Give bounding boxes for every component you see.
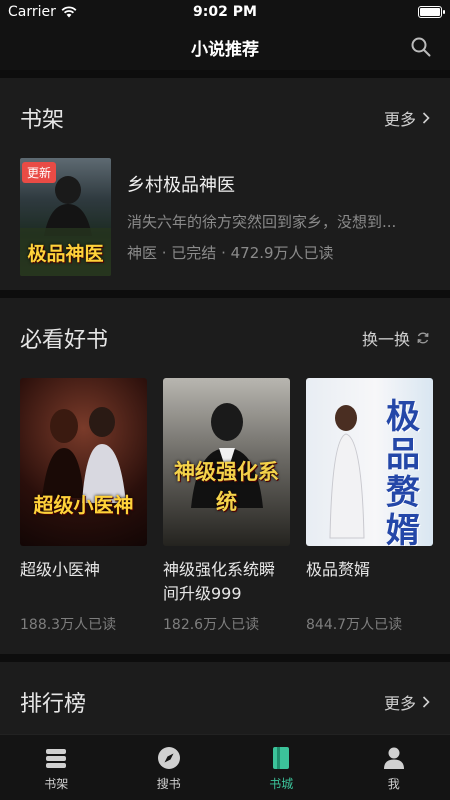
tab-label: 书架 [44,777,69,791]
shelf-book-item[interactable]: 更新 极品神医 乡村极品神医 消失六年的徐方突然回到家乡，没想到... 神医 ·… [0,158,450,276]
cover-title-art: 神级强化系统 [174,460,279,514]
cover-figure-art [42,407,126,503]
chevron-right-icon [422,696,430,708]
book-cover: 神级强化系统 [163,378,290,546]
battery-icon [418,6,445,18]
bookstore-icon [273,747,290,769]
book-card[interactable]: 极品赘婿 极品赘婿 844.7万人已读 [306,378,433,634]
bookshelf-icon [46,749,67,768]
book-reads: 844.7万人已读 [306,617,403,633]
book-title: 超级小医神 [20,560,101,579]
book-cover: 极品赘婿 [306,378,433,546]
bookshelf-section: 书架 更多 更新 极品神医 乡村极品神医 消失六年的徐方突然回到家乡，没想到..… [0,78,450,290]
tab-bar: 书架 搜书 书城 我 [0,734,450,800]
section-title-must-read: 必看好书 [20,328,109,353]
book-cover: 超级小医神 [20,378,147,546]
book-card[interactable]: 超级小医神 超级小医神 188.3万人已读 [20,378,147,634]
search-icon[interactable] [410,36,432,58]
refresh-label: 换一换 [361,330,410,349]
tab-bookshelf[interactable]: 书架 [0,735,113,800]
more-label: 更多 [383,694,416,713]
chevron-right-icon [422,112,430,124]
compass-icon [157,747,180,769]
book-reads: 182.6万人已读 [163,617,260,633]
tab-label: 搜书 [156,777,181,791]
book-title: 神级强化系统瞬间升级999 [163,560,276,603]
page-title: 小说推荐 [191,39,259,60]
update-badge: 更新 [22,162,57,183]
section-title-ranking: 排行榜 [20,692,87,717]
tab-label: 书城 [269,777,294,791]
must-read-section: 必看好书 换一换 超级小医神 超级小医神 188.3万人已读 神级强化系统 神级… [0,298,450,654]
book-title: 乡村极品神医 [127,175,235,196]
book-title: 极品赘婿 [306,560,371,579]
cover-title-art: 极品赘婿 [386,397,420,546]
book-reads: 188.3万人已读 [20,617,117,633]
carrier-label: Carrier [8,4,56,20]
cover-title-art: 极品神医 [27,243,104,265]
book-meta: 神医 · 已完结 · 472.9万人已读 [127,244,334,262]
cover-title-art: 超级小医神 [33,493,134,517]
ranking-more-link[interactable]: 更多 [384,690,430,714]
refresh-icon [417,332,429,344]
status-bar: Carrier 9:02 PM [0,0,450,24]
tab-search-books[interactable]: 搜书 [113,735,226,800]
bookshelf-more-link[interactable]: 更多 [384,106,430,130]
book-card[interactable]: 神级强化系统 神级强化系统瞬间升级999 182.6万人已读 [163,378,290,634]
refresh-button[interactable]: 换一换 [362,326,430,350]
book-description: 消失六年的徐方突然回到家乡，没想到... [127,213,397,231]
nav-bar: 小说推荐 [0,24,450,70]
more-label: 更多 [383,110,416,129]
tab-me[interactable]: 我 [338,735,450,800]
wifi-icon [61,6,77,18]
section-title-bookshelf: 书架 [20,108,65,133]
tab-bookstore[interactable]: 书城 [225,735,338,800]
tab-label: 我 [387,777,400,791]
user-icon [383,747,404,769]
book-cover: 更新 极品神医 [20,158,111,276]
ranking-section: 排行榜 更多 [0,662,450,742]
